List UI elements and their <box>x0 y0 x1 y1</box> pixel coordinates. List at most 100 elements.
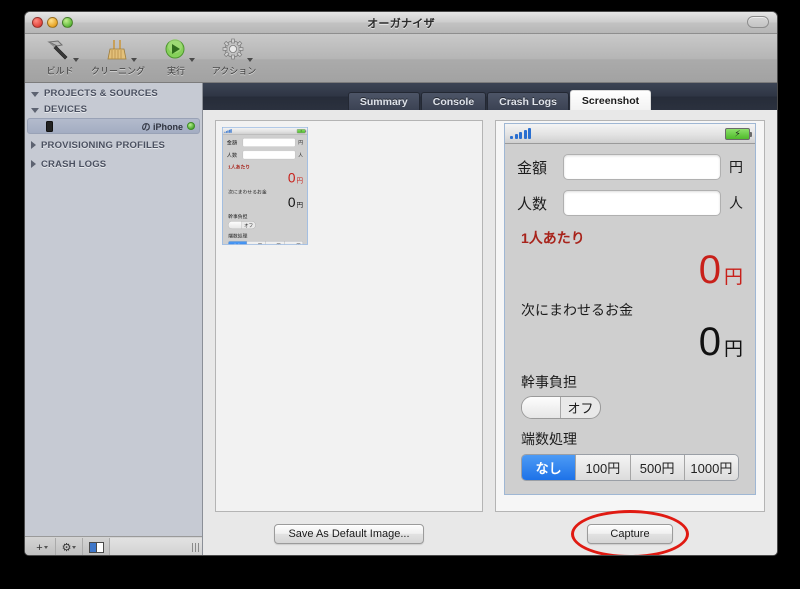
disclosure-triangle-icon[interactable] <box>31 160 36 168</box>
sidebar-group-provisioning-profiles[interactable]: PROVISIONING PROFILES <box>25 137 202 153</box>
thumb-result-value-per-person: 0円 <box>227 171 303 185</box>
thumb-segment-100: 100円 <box>247 241 266 245</box>
sidebar-group-label: PROVISIONING PROFILES <box>41 139 166 151</box>
field-unit-people: 人 <box>729 195 743 211</box>
segment-500: 500円 <box>630 455 685 480</box>
saved-screenshots-pane: ⚡ 金額 円 人数 人 1人あたり 0円 次にまわせるお金 0円 幹事負担 オフ… <box>215 120 483 555</box>
sidebar-item-iphone[interactable]: の iPhone <box>27 118 200 134</box>
settings-button[interactable]: ⚙ <box>56 537 83 555</box>
toolbar-label-clean: クリーニング <box>90 66 145 76</box>
tab-crash-logs[interactable]: Crash Logs <box>487 92 569 110</box>
disclosure-triangle-icon[interactable] <box>31 91 39 97</box>
chevron-down-icon <box>43 546 48 549</box>
amount-input <box>563 154 721 180</box>
toolbar-label-build: ビルド <box>46 66 74 76</box>
broom-icon <box>101 37 137 63</box>
sidebar-group-projects-and-sources[interactable]: PROJECTS & SOURCES <box>25 85 202 101</box>
tab-summary[interactable]: Summary <box>347 92 420 110</box>
battery-charging-icon: ⚡ <box>725 127 752 140</box>
phone-screen-preview: ⚡ 金額 円 人数 人 1人あたり 0 円 次にまわせるお金 0 円 幹事負担 … <box>504 123 756 495</box>
screenshot-preview-pane: ⚡ 金額 円 人数 人 1人あたり 0 円 次にまわせるお金 0 円 幹事負担 … <box>495 120 765 555</box>
field-unit-amount: 円 <box>729 159 743 175</box>
disclosure-triangle-icon[interactable] <box>31 141 36 149</box>
thumb-field-input <box>242 150 296 160</box>
left-pane-footer: Save As Default Image... <box>215 512 483 555</box>
toolbar-label-run: 実行 <box>166 66 185 76</box>
thumb-result-number: 0 <box>287 195 296 211</box>
result-number-carryover: 0 <box>698 320 721 364</box>
toolbar-button-clean[interactable]: クリーニング <box>89 36 147 77</box>
thumb-result-value-carryover: 0円 <box>227 196 303 210</box>
thumb-toggle-label: 幹事負担 <box>228 213 248 220</box>
capture-button[interactable]: Capture <box>587 524 673 544</box>
toolbar-button-build[interactable]: ビルド <box>31 36 89 77</box>
preview-status-bar: ⚡ <box>505 124 755 144</box>
tab-screenshot[interactable]: Screenshot <box>569 90 652 110</box>
sidebar: PROJECTS & SOURCES DEVICES の iPhone PROV… <box>25 83 203 556</box>
sidebar-group-label: DEVICES <box>44 103 88 115</box>
preview-phone-body: 金額 円 人数 人 1人あたり 0 円 次にまわせるお金 0 円 幹事負担 オフ… <box>505 144 755 481</box>
screenshot-panels: ⚡ 金額 円 人数 人 1人あたり 0円 次にまわせるお金 0円 幹事負担 オフ… <box>203 110 777 555</box>
disclosure-triangle-icon[interactable] <box>31 107 39 113</box>
sidebar-group-devices[interactable]: DEVICES <box>25 101 202 117</box>
saved-screenshots-list[interactable]: ⚡ 金額 円 人数 人 1人あたり 0円 次にまわせるお金 0円 幹事負担 オフ… <box>215 120 483 512</box>
thumb-phone-body: 金額 円 人数 人 1人あたり 0円 次にまわせるお金 0円 幹事負担 オフ 端… <box>223 135 308 245</box>
toggle-state-text: オフ <box>567 401 594 416</box>
sidebar-bottom-bar: + ⚙ <box>25 536 202 556</box>
toolbar-button-action[interactable]: アクション <box>205 36 263 77</box>
gear-icon: ⚙ <box>61 542 72 554</box>
thumb-field-people: 人数 人 <box>227 150 304 160</box>
segment-1000: 1000円 <box>684 455 738 480</box>
window-body: PROJECTS & SOURCES DEVICES の iPhone PROV… <box>25 83 777 556</box>
toggle-state-text: オフ <box>244 222 254 228</box>
panel-toggle-button[interactable] <box>83 538 109 556</box>
toolbar-label-action: アクション <box>211 66 257 76</box>
right-pane-footer: Capture <box>495 510 765 555</box>
thumb-result-number: 0 <box>287 170 296 186</box>
thumb-result-unit: 円 <box>296 176 304 185</box>
status-badge <box>187 122 195 130</box>
panel-toggle-icon <box>88 542 104 553</box>
people-input <box>563 190 721 216</box>
sidebar-group-label: CRASH LOGS <box>41 158 107 170</box>
field-label-people: 人数 <box>517 195 548 213</box>
save-as-default-image-button[interactable]: Save As Default Image... <box>274 524 424 544</box>
thumb-result-unit: 円 <box>296 201 304 209</box>
screenshot-preview-box: ⚡ 金額 円 人数 人 1人あたり 0 円 次にまわせるお金 0 円 幹事負担 … <box>495 120 765 512</box>
field-row-people: 人数 人 <box>517 190 743 216</box>
toolbar-button-run[interactable]: 実行 <box>147 36 205 77</box>
segmented-label-rounding: 端数処理 <box>521 431 577 447</box>
organizer-window: オーガナイザ ビルド クリーニング 実行 アクション PROJECTS & SO… <box>24 11 778 556</box>
chevron-down-icon <box>72 546 77 549</box>
chevron-down-icon <box>131 58 137 62</box>
thumbnail-scale-wrapper: ⚡ 金額 円 人数 人 1人あたり 0円 次にまわせるお金 0円 幹事負担 オフ… <box>222 127 308 245</box>
add-button[interactable]: + <box>29 537 56 555</box>
toggle-knob <box>228 221 242 229</box>
hammer-icon <box>43 37 79 63</box>
organizer-share-toggle: オフ <box>521 396 601 419</box>
result-unit-per-person: 円 <box>723 267 743 288</box>
thumb-result-label-per-person: 1人あたり <box>228 164 251 170</box>
sidebar-bottom-filler <box>109 537 202 555</box>
result-label-per-person: 1人あたり <box>521 230 585 246</box>
run-play-icon <box>159 37 195 63</box>
thumb-segment-none: なし <box>228 241 248 245</box>
chevron-down-icon <box>73 58 79 62</box>
screenshot-thumbnail[interactable]: ⚡ 金額 円 人数 人 1人あたり 0円 次にまわせるお金 0円 幹事負担 オフ… <box>222 127 308 245</box>
thumb-field-input <box>242 137 296 147</box>
thumb-field-unit: 人 <box>298 152 304 158</box>
iphone-device-icon <box>46 120 53 132</box>
segment-none: なし <box>522 455 577 480</box>
tab-console[interactable]: Console <box>420 92 487 110</box>
thumb-status-bar: ⚡ <box>222 127 308 135</box>
toolbar-toggle-button[interactable] <box>747 16 769 28</box>
signal-bars-icon <box>510 128 531 139</box>
main-toolbar: ビルド クリーニング 実行 アクション <box>25 34 777 83</box>
result-label-carryover: 次にまわせるお金 <box>521 302 633 318</box>
window-title: オーガナイザ <box>367 18 435 30</box>
thumb-segmented-label: 端数処理 <box>228 233 248 239</box>
plus-icon: + <box>36 541 43 554</box>
sidebar-group-crash-logs[interactable]: CRASH LOGS <box>25 156 202 172</box>
resize-grip[interactable] <box>192 543 199 552</box>
gear-icon <box>217 37 253 63</box>
